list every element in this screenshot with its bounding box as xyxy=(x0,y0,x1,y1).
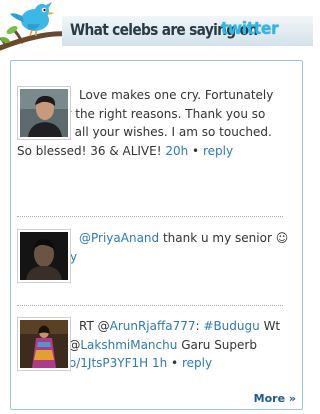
reply-link[interactable]: reply xyxy=(203,144,233,158)
divider xyxy=(17,216,283,217)
divider xyxy=(17,305,283,306)
tweet-item: RT @ArunRjaffa777: #Budugu Wt A Movie @L… xyxy=(17,317,289,373)
person-photo-icon xyxy=(20,320,68,368)
twitter-logo: twitter xyxy=(221,19,279,39)
person-photo-icon xyxy=(20,232,68,280)
tweet-time-link[interactable]: 1h xyxy=(152,356,167,370)
retweet-prefix: RT @ xyxy=(79,319,110,333)
avatar[interactable] xyxy=(17,229,71,283)
more-button[interactable]: More » xyxy=(254,392,296,405)
tweet-time-link[interactable]: 20h xyxy=(165,144,188,158)
tweet-feed: Love makes one cry. Fortunately today fo… xyxy=(10,60,303,410)
tweet-item: @PriyaAnand thank u my senior ☺7h • repl… xyxy=(17,229,289,283)
tweet-item: Love makes one cry. Fortunately today fo… xyxy=(17,86,289,160)
header: What celebs are saying on twitter xyxy=(0,0,313,60)
twitter-bird-icon xyxy=(0,2,70,51)
reply-link[interactable]: reply xyxy=(182,356,212,370)
tweet-body: thank u my senior ☺ xyxy=(162,231,289,245)
tweet-body: : xyxy=(195,319,200,333)
mention-link[interactable]: ArunRjaffa777 xyxy=(110,319,196,333)
tweet-body: Garu Superb xyxy=(181,337,257,352)
person-photo-icon xyxy=(20,89,68,137)
mention-link[interactable]: @PriyaAnand xyxy=(79,231,159,245)
avatar[interactable] xyxy=(17,86,71,140)
hashtag-link[interactable]: #Budugu xyxy=(203,319,259,333)
mention-link[interactable]: LakshmiManchu xyxy=(80,338,177,352)
avatar[interactable] xyxy=(17,317,71,371)
